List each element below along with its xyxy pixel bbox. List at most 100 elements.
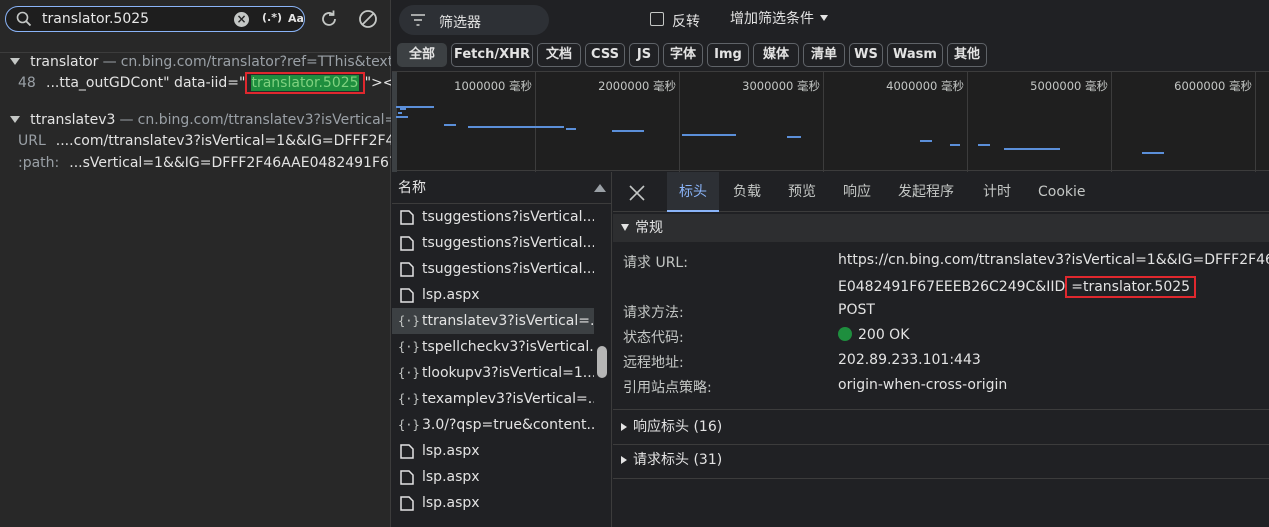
request-row[interactable]: tsuggestions?isVertical... — [392, 204, 594, 230]
request-row[interactable]: {·} ttranslatev3?isVertical=... — [392, 308, 594, 334]
method-label: 请求方法: — [623, 305, 684, 321]
waterfall-bar — [1004, 148, 1060, 150]
request-name: lsp.aspx — [422, 443, 480, 459]
timeline-gridline — [967, 72, 968, 172]
expand-triangle-icon[interactable] — [10, 116, 20, 123]
detail-tab-6[interactable]: Cookie — [1038, 172, 1086, 212]
match-text: ...sVertical=1&&IG=DFFF2F46AAE0482491F67… — [69, 155, 391, 171]
general-section-header[interactable]: 常规 — [613, 214, 1269, 242]
request-row[interactable]: {·} tlookupv3?isVertical=1... — [392, 360, 594, 386]
line-label: URL — [18, 133, 46, 149]
invert-label[interactable]: 反转 — [672, 11, 700, 31]
result-file-header[interactable]: translator — cn.bing.com/translator?ref=… — [0, 52, 391, 72]
chevron-down-icon — [820, 15, 828, 21]
timeline-tick-label: 6000000 毫秒 — [1174, 79, 1252, 93]
waterfall-bar — [920, 140, 932, 142]
type-filter-6[interactable]: Img — [707, 43, 749, 67]
type-filter-4[interactable]: JS — [629, 43, 659, 67]
network-panel: 筛选器 反转 增加筛选条件 全部 Fetch/XHR 文档 CSS JS 字体 Img 媒体清… — [392, 0, 1269, 527]
highlight-box: translator.5025 — [245, 72, 365, 94]
detail-tab-1[interactable]: 负载 — [733, 172, 761, 212]
expand-triangle-icon[interactable] — [10, 58, 20, 65]
match-case-toggle[interactable]: Aa — [288, 12, 304, 25]
type-filter-2[interactable]: 文档 — [537, 43, 581, 67]
waterfall-bar — [1142, 152, 1164, 154]
search-match-line[interactable]: :path: ...sVertical=1&&IG=DFFF2F46AAE0482… — [0, 152, 391, 174]
close-icon[interactable] — [628, 184, 646, 202]
waterfall-bar — [398, 112, 402, 114]
request-row[interactable]: lsp.aspx — [392, 438, 594, 464]
clear-results-icon[interactable] — [357, 8, 379, 30]
type-filter-10[interactable]: Wasm — [887, 43, 943, 67]
response-headers-section[interactable]: 响应标头 (16) — [613, 413, 1269, 441]
sort-ascending-icon[interactable] — [594, 184, 606, 192]
search-query[interactable]: translator.5025 — [42, 11, 149, 27]
type-filter-1[interactable]: Fetch/XHR — [451, 43, 533, 67]
scrollbar-thumb[interactable] — [597, 346, 607, 378]
search-match-line[interactable]: URL ....com/ttranslatev3?isVertical=1&&IG… — [0, 130, 391, 152]
request-row[interactable]: lsp.aspx — [392, 282, 594, 308]
result-file-header[interactable]: ttranslatev3 — cn.bing.com/ttranslatev3?… — [0, 110, 391, 130]
request-row[interactable]: {·} 3.0/?qsp=true&content... — [392, 412, 594, 438]
search-result-group: ttranslatev3 — cn.bing.com/ttranslatev3?… — [0, 110, 391, 174]
document-icon — [400, 210, 414, 225]
highlight-box: =translator.5025 — [1065, 276, 1197, 298]
type-filter-3[interactable]: CSS — [585, 43, 625, 67]
detail-tab-3[interactable]: 响应 — [843, 172, 871, 212]
request-row[interactable]: tsuggestions?isVertical... — [392, 256, 594, 282]
filter-input[interactable]: 筛选器 — [399, 5, 549, 35]
remote-address-value: 202.89.233.101:443 — [838, 352, 981, 368]
name-column-header[interactable]: 名称 — [392, 172, 611, 204]
overview-drag-handle[interactable] — [392, 72, 397, 172]
match-text: ....com/ttranslatev3?isVertical=1&&IG=DF… — [55, 133, 391, 149]
search-result-group: translator — cn.bing.com/translator?ref=… — [0, 52, 391, 94]
timeline-gridline — [1255, 72, 1256, 172]
request-row[interactable]: {·} texamplev3?isVertical=... — [392, 386, 594, 412]
search-match-line[interactable]: 48 ...tta_outGDCont" data-iid=" translator… — [0, 72, 391, 94]
section-title: 响应标头 (16) — [633, 419, 723, 435]
remote-address-label: 远程地址: — [623, 355, 684, 371]
type-filter-9[interactable]: WS — [849, 43, 883, 67]
type-filter-7[interactable]: 媒体 — [753, 43, 799, 67]
result-file-url: cn.bing.com/ttranslatev3?isVertical=1... — [137, 112, 391, 128]
result-file-name: ttranslatev3 — [30, 112, 116, 128]
line-number: 48 — [18, 75, 36, 91]
waterfall-bar — [632, 130, 644, 132]
document-icon — [400, 262, 414, 277]
request-name: tlookupv3?isVertical=1... — [422, 365, 594, 381]
search-icon — [16, 11, 32, 27]
timeline-overview[interactable]: 1000000 毫秒 2000000 毫秒 3000000 毫秒 4000000 毫秒… — [392, 71, 1269, 172]
detail-tab-0[interactable]: 标头 — [667, 172, 719, 212]
search-input[interactable]: translator.5025 × (.*) Aa — [5, 6, 305, 32]
column-header-label: 名称 — [398, 180, 426, 196]
type-filter-5[interactable]: 字体 — [663, 43, 703, 67]
waterfall-bar — [444, 124, 456, 126]
regex-toggle[interactable]: (.*) — [262, 11, 282, 24]
type-filter-0[interactable]: 全部 — [397, 43, 447, 67]
type-filter-8[interactable]: 清单 — [803, 43, 845, 67]
search-panel: translator.5025 × (.*) Aa translator — c… — [0, 0, 391, 527]
request-name: lsp.aspx — [422, 287, 480, 303]
detail-tab-5[interactable]: 计时 — [983, 172, 1011, 212]
match-context-after: "></di... — [364, 75, 391, 91]
status-label: 状态代码: — [623, 330, 684, 346]
detail-tab-2[interactable]: 预览 — [788, 172, 816, 212]
divider — [613, 444, 1269, 445]
request-row[interactable]: lsp.aspx — [392, 464, 594, 490]
more-filters-dropdown[interactable]: 增加筛选条件 — [730, 8, 828, 28]
request-headers-section[interactable]: 请求标头 (31) — [613, 446, 1269, 474]
timeline-tick-label: 2000000 毫秒 — [598, 79, 676, 93]
request-row[interactable]: lsp.aspx — [392, 490, 594, 516]
request-row[interactable]: tsuggestions?isVertical... — [392, 230, 594, 256]
request-name: tspellcheckv3?isVertical... — [422, 339, 594, 355]
request-row[interactable]: {·} tspellcheckv3?isVertical... — [392, 334, 594, 360]
clear-search-icon[interactable]: × — [234, 12, 249, 27]
detail-tab-4[interactable]: 发起程序 — [898, 172, 954, 212]
waterfall-bar — [612, 130, 634, 132]
request-name: texamplev3?isVertical=... — [422, 391, 594, 407]
type-filter-11[interactable]: 其他 — [947, 43, 987, 67]
invert-checkbox[interactable] — [650, 12, 664, 26]
document-icon — [400, 470, 414, 485]
section-title: 常规 — [635, 220, 663, 236]
refresh-icon[interactable] — [318, 8, 340, 30]
